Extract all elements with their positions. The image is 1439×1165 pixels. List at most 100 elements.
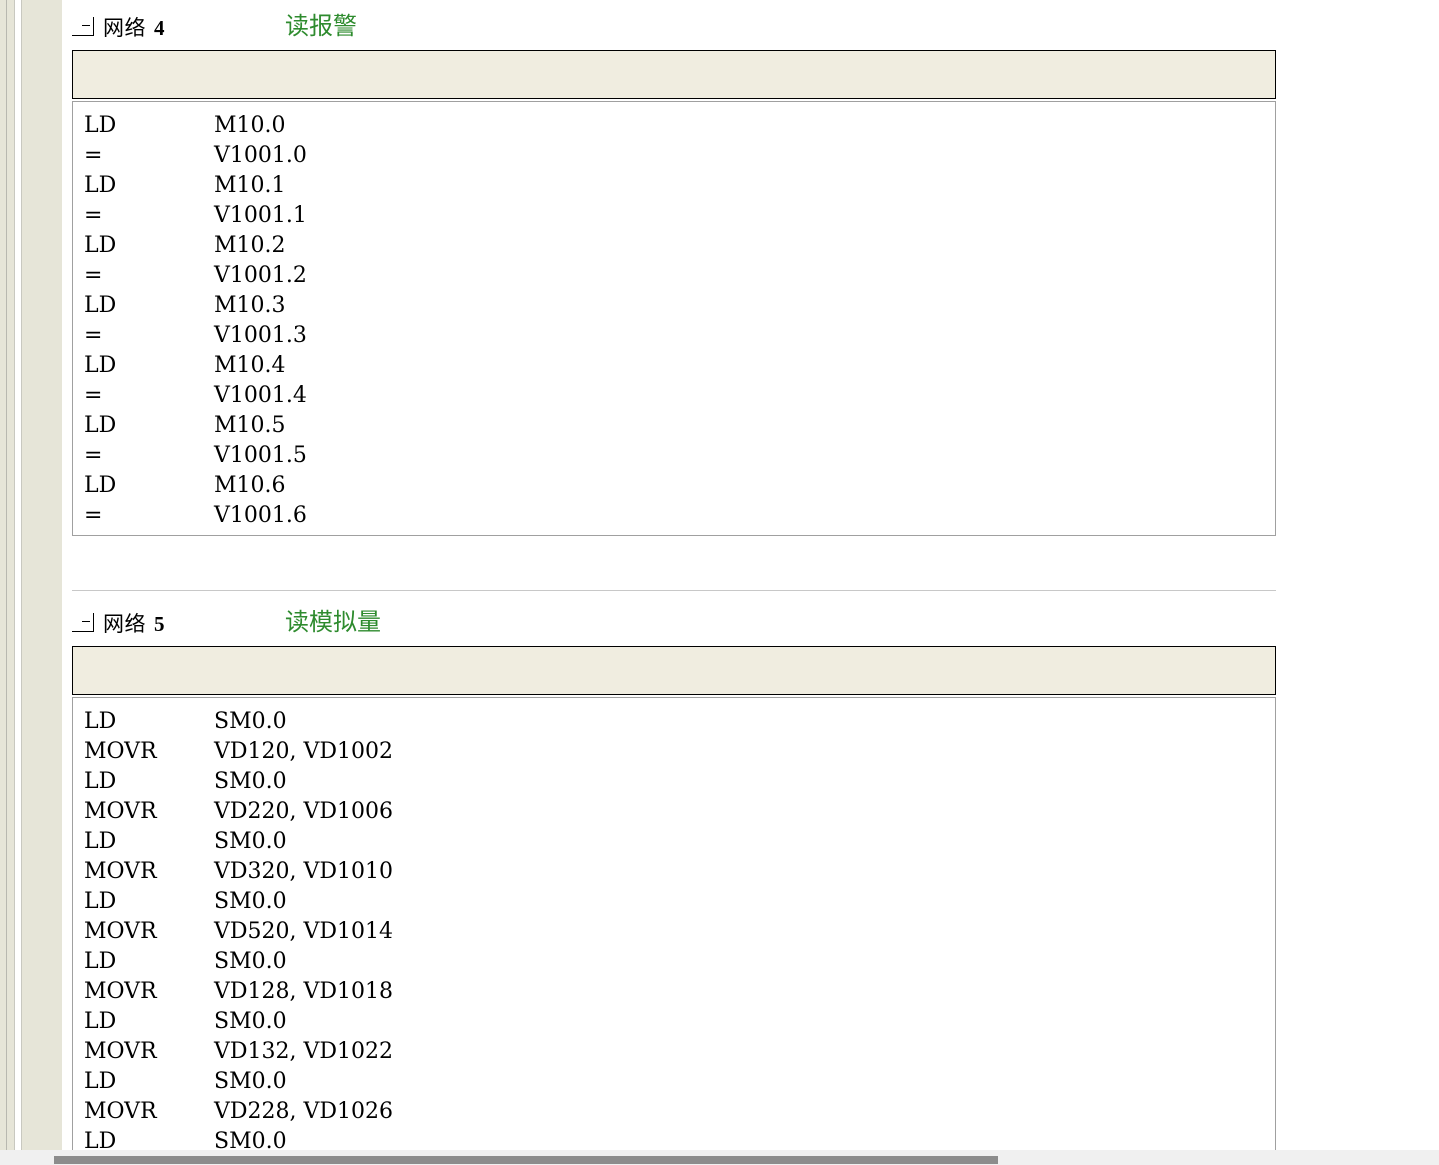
instruction-operand: VD132, VD1022 [214,1039,394,1064]
instruction-operand: V1001.4 [214,383,307,408]
stl-code-box[interactable]: LD SM0.0 MOVR VD120, VD1002 LD SM0.0 MOVR VD220… [72,697,1276,1162]
instruction-operand: M10.0 [214,113,286,138]
code-line[interactable]: LD SM0.0 [73,947,1275,977]
instruction-opcode: LD [84,173,117,198]
instruction-opcode: MOVR [84,979,157,1004]
instruction-operand: M10.6 [214,473,286,498]
code-line[interactable]: = V1001.6 [73,501,1275,531]
gutter-edge [6,0,7,1150]
network-number: 5 [154,612,165,636]
instruction-opcode: LD [84,709,117,734]
instruction-opcode: MOVR [84,1099,157,1124]
instruction-operand: SM0.0 [214,949,287,974]
instruction-opcode: MOVR [84,919,157,944]
code-line[interactable]: = V1001.2 [73,261,1275,291]
instruction-operand: M10.1 [214,173,286,198]
code-line[interactable]: LD SM0.0 [73,887,1275,917]
instruction-operand: V1001.0 [214,143,307,168]
instruction-operand: SM0.0 [214,1009,287,1034]
instruction-opcode: LD [84,889,117,914]
instruction-opcode: = [84,203,103,228]
instruction-opcode: MOVR [84,859,157,884]
instruction-opcode: LD [84,949,117,974]
instruction-operand: SM0.0 [214,889,287,914]
code-line[interactable]: LD SM0.0 [73,767,1275,797]
code-line[interactable]: LD SM0.0 [73,707,1275,737]
instruction-operand: VD320, VD1010 [214,859,394,884]
instruction-operand: M10.3 [214,293,286,318]
network-label: 网络 [103,16,146,40]
network-title: 网络 4 [103,12,165,42]
instruction-opcode: MOVR [84,739,157,764]
code-line[interactable]: LD M10.4 [73,351,1275,381]
code-line[interactable]: MOVR VD320, VD1010 [73,857,1275,887]
code-line[interactable]: = V1001.3 [73,321,1275,351]
instruction-operand: SM0.0 [214,769,287,794]
code-line[interactable]: LD SM0.0 [73,1007,1275,1037]
instruction-opcode: = [84,503,103,528]
instruction-operand: V1001.2 [214,263,307,288]
code-line[interactable]: MOVR VD128, VD1018 [73,977,1275,1007]
network-number: 4 [154,16,165,40]
instruction-operand: M10.4 [214,353,286,378]
code-line[interactable]: = V1001.4 [73,381,1275,411]
instruction-opcode: MOVR [84,799,157,824]
network-comment-box[interactable] [72,50,1276,99]
network-header: 网络 4 读报警 [72,0,1276,41]
left-gutter [0,0,62,1150]
code-line[interactable]: LD M10.5 [73,411,1275,441]
instruction-opcode: LD [84,1009,117,1034]
code-line[interactable]: = V1001.0 [73,141,1275,171]
stl-code-box[interactable]: LD M10.0 = V1001.0 LD M10.1 = V1001.1 LD M10.2 = V1… [72,101,1276,536]
network-comment-title[interactable]: 读模拟量 [285,602,381,637]
instruction-opcode: LD [84,829,117,854]
instruction-opcode: MOVR [84,1039,157,1064]
collapse-toggle-icon[interactable] [72,610,94,632]
instruction-opcode: LD [84,353,117,378]
code-line[interactable]: = V1001.1 [73,201,1275,231]
code-line[interactable]: LD M10.0 [73,111,1275,141]
code-line[interactable]: MOVR VD220, VD1006 [73,797,1275,827]
code-line[interactable]: LD M10.1 [73,171,1275,201]
instruction-operand: SM0.0 [214,829,287,854]
instruction-opcode: LD [84,473,117,498]
code-line[interactable]: MOVR VD132, VD1022 [73,1037,1275,1067]
code-line[interactable]: MOVR VD228, VD1026 [73,1097,1275,1127]
instruction-operand: M10.5 [214,413,286,438]
instruction-operand: VD128, VD1018 [214,979,394,1004]
network-title: 网络 5 [103,608,165,638]
network-label: 网络 [103,612,146,636]
instruction-operand: SM0.0 [214,1069,287,1094]
scrollbar-thumb[interactable] [54,1156,998,1164]
instruction-opcode: LD [84,113,117,138]
instruction-opcode: = [84,383,103,408]
code-line[interactable]: LD SM0.0 [73,1067,1275,1097]
instruction-operand: M10.2 [214,233,286,258]
code-line[interactable]: MOVR VD520, VD1014 [73,917,1275,947]
code-line[interactable]: LD M10.6 [73,471,1275,501]
instruction-opcode: LD [84,233,117,258]
instruction-opcode: LD [84,293,117,318]
code-line[interactable]: MOVR VD120, VD1002 [73,737,1275,767]
network-comment-box[interactable] [72,646,1276,695]
code-line[interactable]: LD M10.3 [73,291,1275,321]
instruction-opcode: = [84,323,103,348]
editor-area: 网络 4 读报警 LD M10.0 = V1001.0 LD M10.1 = V1001.1 LD… [62,0,1439,1162]
instruction-operand: V1001.1 [214,203,307,228]
instruction-operand: VD220, VD1006 [214,799,394,824]
network-5: 网络 5 读模拟量 LD SM0.0 MOVR VD120, VD1002 LD SM0.0… [72,596,1276,1162]
code-line[interactable]: LD M10.2 [73,231,1275,261]
instruction-operand: V1001.6 [214,503,307,528]
code-line[interactable]: LD SM0.0 [73,827,1275,857]
instruction-opcode: LD [84,1069,117,1094]
network-separator [72,590,1276,591]
instruction-operand: V1001.3 [214,323,307,348]
collapse-toggle-icon[interactable] [72,14,94,36]
code-line[interactable]: = V1001.5 [73,441,1275,471]
instruction-opcode: = [84,263,103,288]
horizontal-scrollbar[interactable] [0,1150,1439,1165]
instruction-operand: VD228, VD1026 [214,1099,394,1124]
instruction-opcode: = [84,143,103,168]
gutter-strip [14,0,22,1150]
network-comment-title[interactable]: 读报警 [285,6,357,41]
